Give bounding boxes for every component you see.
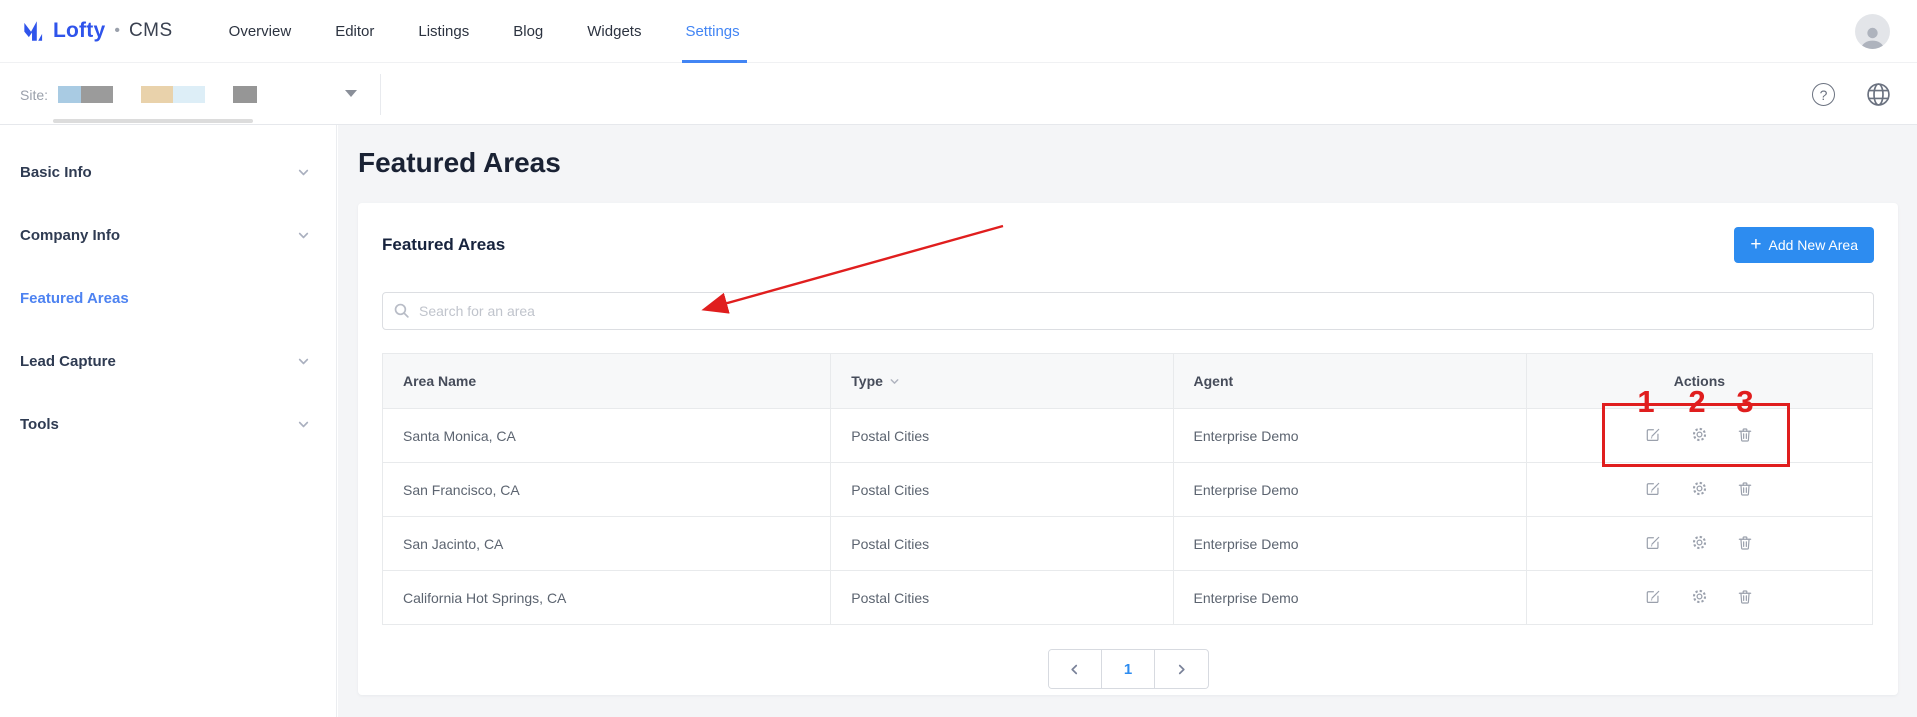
nav-item-listings[interactable]: Listings bbox=[418, 0, 469, 63]
agent-cell: Enterprise Demo bbox=[1172, 408, 1527, 463]
site-caret-down-icon[interactable] bbox=[345, 90, 357, 97]
nav-item-overview[interactable]: Overview bbox=[229, 0, 292, 63]
table-row: San Jacinto, CA Postal Cities Enterprise… bbox=[381, 516, 1874, 571]
nav-item-widgets[interactable]: Widgets bbox=[587, 0, 641, 63]
type-cell: Postal Cities bbox=[830, 408, 1174, 463]
main-content: Featured Areas Featured Areas + Add New … bbox=[338, 125, 1917, 717]
chevron-down-icon bbox=[298, 232, 309, 239]
chevron-left-icon bbox=[1071, 664, 1078, 674]
gear-icon[interactable] bbox=[1689, 425, 1709, 445]
chevron-down-icon bbox=[298, 358, 309, 365]
edit-icon[interactable] bbox=[1643, 587, 1663, 607]
sidebar-item-lead-capture[interactable]: Lead Capture bbox=[0, 330, 336, 393]
previous-page-button[interactable] bbox=[1048, 650, 1101, 688]
trash-icon[interactable] bbox=[1735, 479, 1755, 499]
pagination: 1 bbox=[1047, 649, 1209, 689]
user-avatar[interactable] bbox=[1855, 13, 1890, 49]
site-selector[interactable]: Site: bbox=[20, 64, 258, 125]
table-row: San Francisco, CA Postal Cities Enterpri… bbox=[381, 462, 1874, 517]
sidebar-item-featured-areas[interactable]: Featured Areas bbox=[0, 267, 336, 330]
trash-icon[interactable] bbox=[1735, 587, 1755, 607]
area-name-cell: San Francisco, CA bbox=[381, 462, 832, 517]
next-page-button[interactable] bbox=[1154, 650, 1208, 688]
lofty-logo-icon bbox=[24, 21, 43, 41]
site-select-underline bbox=[53, 119, 253, 123]
area-name-cell: Santa Monica, CA bbox=[381, 408, 832, 463]
app-window: Lofty • CMS Overview Editor Listings Blo… bbox=[0, 0, 1917, 717]
site-bar: Site: ? bbox=[0, 64, 1917, 125]
settings-sidebar: Basic Info Company Info Featured Areas L… bbox=[0, 125, 337, 717]
type-cell: Postal Cities bbox=[830, 462, 1174, 517]
type-cell: Postal Cities bbox=[830, 516, 1174, 571]
table-row: Santa Monica, CA Postal Cities Enterpris… bbox=[381, 408, 1874, 463]
page-title: Featured Areas bbox=[358, 147, 561, 178]
globe-icon bbox=[1867, 83, 1890, 106]
main-nav: Overview Editor Listings Blog Widgets Se… bbox=[229, 0, 747, 63]
panel-title: Featured Areas bbox=[382, 235, 506, 254]
edit-icon[interactable] bbox=[1643, 425, 1663, 445]
nav-item-settings[interactable]: Settings bbox=[682, 0, 747, 63]
gear-icon[interactable] bbox=[1689, 479, 1709, 499]
nav-item-blog[interactable]: Blog bbox=[513, 0, 543, 63]
sidebar-item-company-info[interactable]: Company Info bbox=[0, 204, 336, 267]
gear-icon[interactable] bbox=[1689, 587, 1709, 607]
help-button[interactable]: ? bbox=[1811, 82, 1836, 107]
area-name-cell: California Hot Springs, CA bbox=[381, 570, 832, 625]
search-area-input[interactable] bbox=[382, 292, 1874, 330]
column-header-actions: Actions bbox=[1525, 353, 1874, 409]
brand-product: CMS bbox=[128, 20, 173, 41]
chevron-right-icon bbox=[1178, 664, 1185, 674]
add-new-area-button[interactable]: + Add New Area bbox=[1734, 227, 1874, 263]
brand-separator: • bbox=[114, 22, 120, 39]
column-header-agent: Agent bbox=[1172, 353, 1527, 409]
plus-icon: + bbox=[1750, 233, 1762, 255]
user-silhouette-icon bbox=[1860, 27, 1885, 49]
language-button[interactable] bbox=[1866, 82, 1891, 107]
gear-icon[interactable] bbox=[1689, 533, 1709, 553]
brand-name: Lofty bbox=[53, 19, 106, 42]
featured-areas-panel: Featured Areas + Add New Area Area Name bbox=[358, 203, 1898, 695]
chevron-down-icon bbox=[298, 169, 309, 176]
table-header-row: Area Name Type Agent Actions bbox=[381, 353, 1874, 409]
edit-icon[interactable] bbox=[1643, 533, 1663, 553]
caret-down-icon bbox=[890, 378, 899, 384]
search-icon bbox=[394, 303, 409, 318]
trash-icon[interactable] bbox=[1735, 425, 1755, 445]
sidebar-item-tools[interactable]: Tools bbox=[0, 393, 336, 456]
site-label: Site: bbox=[20, 86, 49, 103]
column-header-area-name: Area Name bbox=[381, 353, 832, 409]
featured-areas-table: Area Name Type Agent Actions Santa Monic… bbox=[381, 353, 1874, 625]
divider bbox=[380, 74, 381, 115]
type-cell: Postal Cities bbox=[830, 570, 1174, 625]
area-name-cell: San Jacinto, CA bbox=[381, 516, 832, 571]
edit-icon[interactable] bbox=[1643, 479, 1663, 499]
agent-cell: Enterprise Demo bbox=[1172, 516, 1527, 571]
nav-item-editor[interactable]: Editor bbox=[335, 0, 374, 63]
site-name-redacted bbox=[58, 86, 258, 103]
page-number-button[interactable]: 1 bbox=[1100, 650, 1155, 688]
agent-cell: Enterprise Demo bbox=[1172, 462, 1527, 517]
agent-cell: Enterprise Demo bbox=[1172, 570, 1527, 625]
brand-logo[interactable]: Lofty • CMS bbox=[20, 18, 173, 44]
table-row: California Hot Springs, CA Postal Cities… bbox=[381, 570, 1874, 625]
chevron-down-icon bbox=[298, 421, 309, 428]
question-circle-icon: ? bbox=[1812, 83, 1835, 106]
sidebar-item-basic-info[interactable]: Basic Info bbox=[0, 141, 336, 204]
column-header-type[interactable]: Type bbox=[830, 353, 1174, 409]
top-navbar: Lofty • CMS Overview Editor Listings Blo… bbox=[0, 0, 1917, 63]
trash-icon[interactable] bbox=[1735, 533, 1755, 553]
